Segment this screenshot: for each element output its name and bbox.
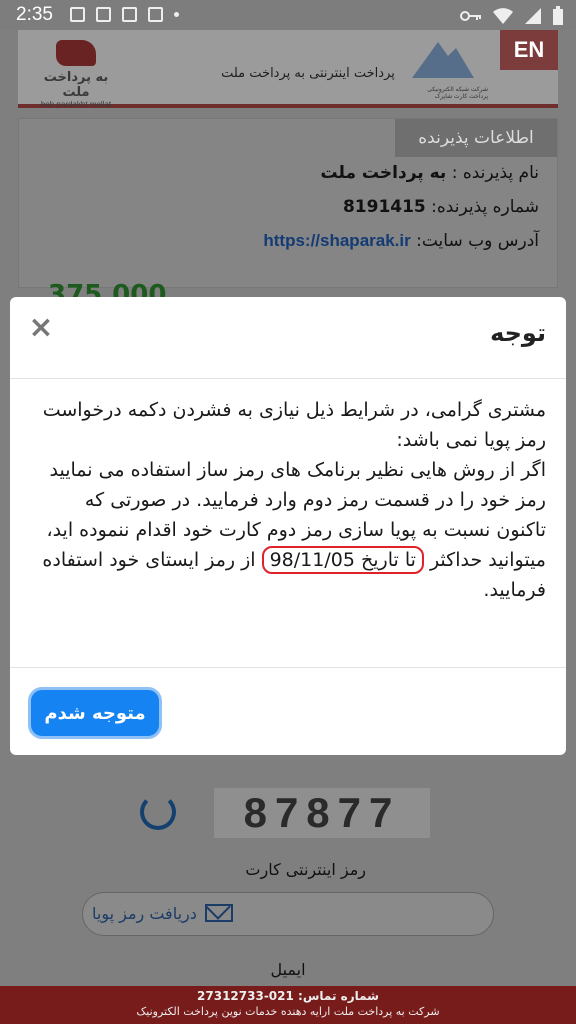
email-label: ایمیل	[270, 960, 306, 979]
refresh-captcha-icon[interactable]	[140, 794, 176, 830]
footer-company: شرکت به پرداخت ملت ارایه دهنده خدمات نوی…	[136, 1005, 440, 1018]
merchant-info-tab[interactable]: اطلاعات پذیرنده	[395, 119, 557, 157]
request-otp-label: دریافت رمز پویا	[92, 903, 197, 923]
merchant-name-row: نام پذیرنده : به پرداخت ملت	[321, 163, 539, 183]
image-icon	[70, 7, 85, 22]
dialog-footer: متوجه شدم	[10, 667, 566, 755]
bag-icon	[122, 7, 137, 22]
mellat-logo-latin: beh pardakht mellat	[40, 100, 112, 109]
close-icon[interactable]: ×	[26, 313, 56, 343]
deadline-highlight: تا تاریخ 98/11/05	[261, 546, 424, 574]
mail-icon	[204, 904, 233, 922]
dialog-paragraph-2: اگر از روش هایی نظیر برنامک های رمز ساز …	[30, 455, 546, 605]
mellat-logo: به پرداخت ملت beh pardakht mellat	[28, 40, 124, 109]
merchant-website-row: آدرس وب سایت: https://shaparak.ir	[263, 231, 539, 251]
dialog-title: توجه	[490, 319, 546, 347]
notification-icons	[70, 7, 179, 22]
signal-icon	[525, 8, 541, 24]
footer-contact: شماره تماس: 021-27312733	[197, 989, 379, 1003]
system-icons	[460, 6, 564, 26]
card-pin-label: رمز اینترنتی کارت	[245, 860, 366, 879]
language-button[interactable]: EN	[500, 30, 558, 70]
more-dot-icon	[174, 12, 179, 17]
notice-dialog: توجه × مشتری گرامی، در شرایط ذیل نیازی ب…	[10, 297, 566, 755]
footer: شماره تماس: 021-27312733 شرکت به پرداخت …	[0, 986, 576, 1024]
merchant-name-value: به پرداخت ملت	[320, 163, 447, 183]
dialog-header: توجه ×	[10, 297, 566, 379]
merchant-info-panel: اطلاعات پذیرنده نام پذیرنده : به پرداخت …	[18, 118, 558, 288]
shaparak-caption: شرکت شبکه الکترونیکی پرداخت کارت شاپرک	[427, 86, 488, 100]
mellat-logo-text: به پرداخت ملت	[43, 70, 109, 100]
amount-value: 375,000	[48, 282, 167, 298]
dialog-body: مشتری گرامی، در شرایط ذیل نیازی به فشردن…	[30, 395, 546, 605]
key-icon	[460, 11, 481, 21]
app-a-icon	[148, 7, 163, 22]
status-time: 2:35	[16, 4, 53, 25]
merchant-number-row: شماره پذیرنده: 8191415	[343, 197, 539, 217]
screenshot-icon	[96, 7, 111, 22]
merchant-number-value: 8191415	[342, 197, 426, 217]
merchant-website-label: آدرس وب سایت:	[416, 231, 539, 251]
header-title: پرداخت اینترنتی به پرداخت ملت	[221, 66, 395, 81]
merchant-name-label: نام پذیرنده :	[451, 163, 539, 183]
battery-icon	[553, 6, 563, 25]
amount-strip: 375,000	[18, 282, 558, 298]
merchant-website-link[interactable]: https://shaparak.ir	[263, 231, 410, 250]
shaparak-logo: شرکت شبکه الکترونیکی پرداخت کارت شاپرک	[408, 38, 488, 100]
bank-header: به پرداخت ملت beh pardakht mellat پرداخت…	[18, 30, 558, 109]
shaparak-logo-mark	[412, 42, 474, 78]
captcha-image: 87877	[214, 788, 430, 838]
request-otp-button[interactable]: دریافت رمز پویا	[92, 898, 260, 928]
merchant-number-label: شماره پذیرنده:	[431, 197, 539, 217]
wifi-icon	[493, 8, 513, 24]
acknowledge-button[interactable]: متوجه شدم	[28, 687, 162, 739]
status-bar: 2:35	[0, 0, 576, 30]
dialog-paragraph-1: مشتری گرامی، در شرایط ذیل نیازی به فشردن…	[42, 399, 546, 451]
mellat-logo-mark	[56, 40, 96, 66]
